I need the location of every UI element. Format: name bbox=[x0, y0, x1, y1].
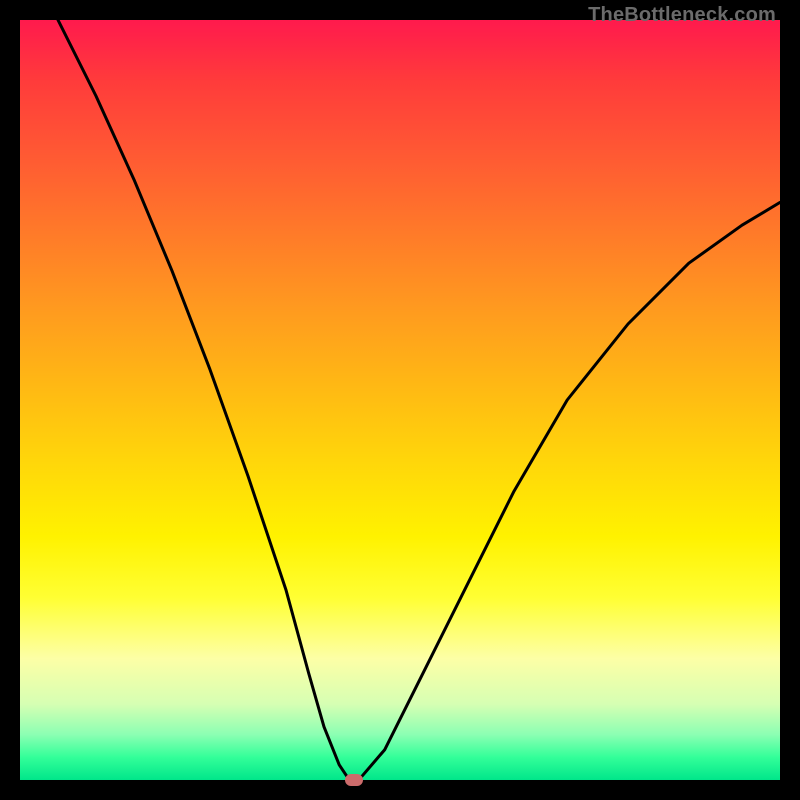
chart-frame: TheBottleneck.com bbox=[0, 0, 800, 800]
plot-area bbox=[20, 20, 780, 780]
optimal-point-marker bbox=[345, 774, 363, 786]
curve-path bbox=[58, 20, 780, 780]
bottleneck-curve bbox=[20, 20, 780, 780]
watermark-text: TheBottleneck.com bbox=[588, 4, 776, 27]
